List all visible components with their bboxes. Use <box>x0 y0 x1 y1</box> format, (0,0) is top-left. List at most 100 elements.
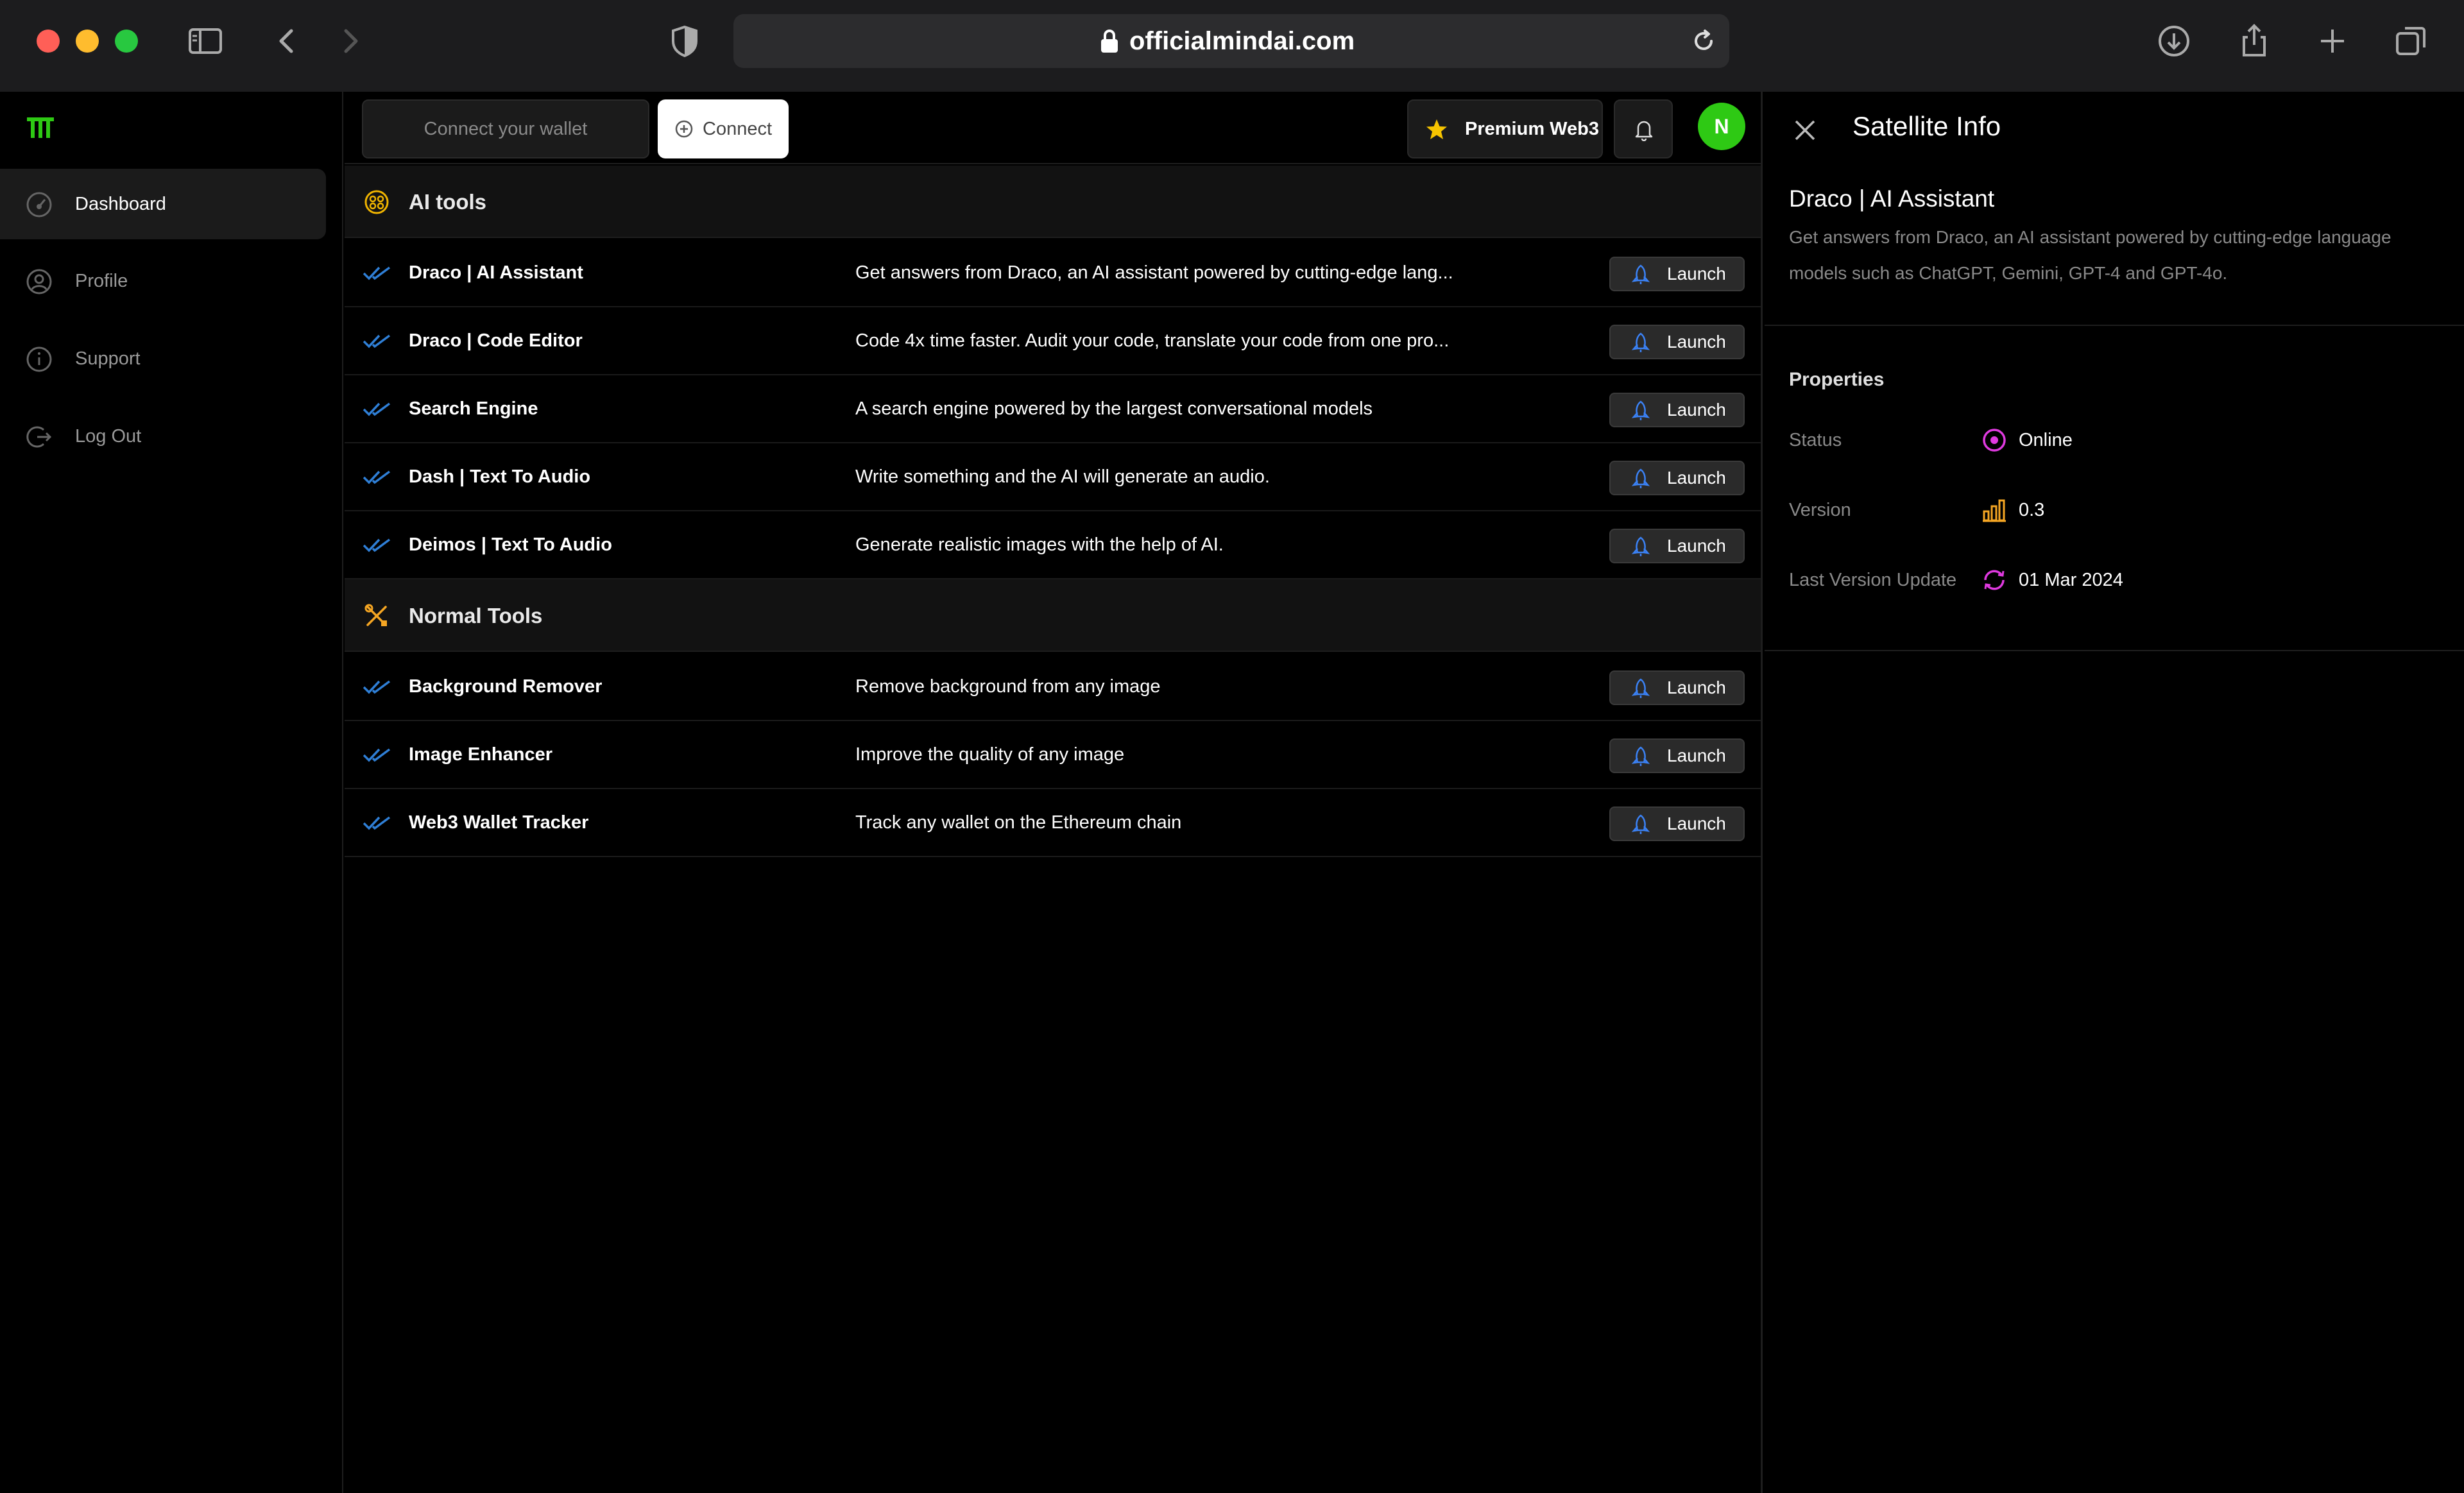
info-icon <box>26 346 52 372</box>
reload-icon[interactable] <box>1690 27 1718 55</box>
tools-icon <box>364 604 387 626</box>
property-value: Online <box>2019 430 2073 450</box>
window-minimize-button[interactable] <box>76 30 99 53</box>
sidebar-item-logout[interactable]: Log Out <box>0 401 326 472</box>
tool-row[interactable]: Draco | Code Editor Code 4x time faster.… <box>345 307 1761 375</box>
sidebar-item-profile[interactable]: Profile <box>0 246 326 316</box>
tool-row[interactable]: Dash | Text To Audio Write something and… <box>345 443 1761 511</box>
launch-label: Launch <box>1667 678 1726 697</box>
launch-button[interactable]: Launch <box>1609 529 1745 563</box>
sidebar-item-label: Profile <box>75 271 128 291</box>
property-label: Last Version Update <box>1789 570 1957 590</box>
tool-row[interactable]: Web3 Wallet Tracker Track any wallet on … <box>345 789 1761 857</box>
property-value: 0.3 <box>2019 500 2045 520</box>
lock-icon <box>1101 30 1118 53</box>
launch-label: Launch <box>1667 400 1726 420</box>
rocket-icon <box>1631 814 1650 834</box>
satellite-info-panel: Satellite Info Draco | AI Assistant Get … <box>1765 92 2464 1493</box>
address-bar[interactable]: officialmindai.com <box>733 14 1729 68</box>
gauge-icon <box>26 192 52 218</box>
tool-name: Web3 Wallet Tracker <box>409 812 589 833</box>
launch-button[interactable]: Launch <box>1609 670 1745 705</box>
panel-subtitle: Draco | AI Assistant <box>1789 185 1995 212</box>
double-check-icon <box>363 748 391 762</box>
section-header-normal-tools: Normal Tools <box>345 579 1761 652</box>
browser-toolbar: officialmindai.com <box>0 0 2464 92</box>
user-icon <box>26 269 52 294</box>
tool-description: Write something and the AI will generate… <box>855 466 1270 487</box>
tool-row[interactable]: Deimos | Text To Audio Generate realisti… <box>345 511 1761 579</box>
connect-button[interactable]: Connect <box>658 99 789 158</box>
close-icon[interactable] <box>1792 117 1818 143</box>
share-icon[interactable] <box>2235 22 2273 60</box>
sidebar: Dashboard Profile Support Log Out <box>0 92 343 1493</box>
launch-label: Launch <box>1667 264 1726 284</box>
property-value: 01 Mar 2024 <box>2019 570 2123 590</box>
double-check-icon <box>363 402 391 416</box>
section-header-ai-tools: AI tools <box>345 166 1761 238</box>
avatar[interactable]: N <box>1698 103 1745 150</box>
logout-icon <box>26 426 52 448</box>
main-content: Connect your wallet Connect Premium Web3… <box>345 92 1763 1493</box>
launch-button[interactable]: Launch <box>1609 393 1745 427</box>
url-text: officialmindai.com <box>1129 27 1355 55</box>
double-check-icon <box>363 334 391 348</box>
tool-name: Search Engine <box>409 398 538 419</box>
launch-label: Launch <box>1667 468 1726 488</box>
rocket-icon <box>1631 468 1650 488</box>
double-check-icon <box>363 816 391 830</box>
rocket-icon <box>1631 400 1650 420</box>
bell-icon <box>1635 121 1653 141</box>
plus-circle-icon <box>675 120 693 138</box>
rocket-icon <box>1631 264 1650 284</box>
window-close-button[interactable] <box>37 30 60 53</box>
section-title: Normal Tools <box>409 604 543 627</box>
wallet-address-input[interactable]: Connect your wallet <box>362 99 649 158</box>
tool-name: Draco | AI Assistant <box>409 262 583 283</box>
double-check-icon <box>363 538 391 552</box>
refresh-icon <box>1984 570 2005 590</box>
logo-icon[interactable] <box>26 115 55 141</box>
launch-button[interactable]: Launch <box>1609 738 1745 773</box>
premium-web3-button[interactable]: Premium Web3 <box>1407 99 1603 158</box>
panel-divider <box>1765 325 2464 326</box>
back-icon[interactable] <box>268 22 307 60</box>
window-zoom-button[interactable] <box>115 30 138 53</box>
tool-description: Track any wallet on the Ethereum chain <box>855 812 1182 833</box>
notifications-button[interactable] <box>1614 99 1673 158</box>
launch-button[interactable]: Launch <box>1609 325 1745 359</box>
download-icon[interactable] <box>2155 22 2193 60</box>
panel-title: Satellite Info <box>1852 111 2001 141</box>
sidebar-item-support[interactable]: Support <box>0 323 326 394</box>
tool-name: Background Remover <box>409 676 603 697</box>
sidebar-toggle-icon[interactable] <box>186 22 225 60</box>
tool-row[interactable]: Image Enhancer Improve the quality of an… <box>345 721 1761 789</box>
forward-icon[interactable] <box>330 22 369 60</box>
double-check-icon <box>363 470 391 484</box>
tool-row[interactable]: Background Remover Remove background fro… <box>345 653 1761 721</box>
bar-chart-icon <box>1983 499 2006 522</box>
tool-row[interactable]: Draco | AI Assistant Get answers from Dr… <box>345 239 1761 307</box>
status-dot-icon <box>1983 429 2006 452</box>
launch-button[interactable]: Launch <box>1609 461 1745 495</box>
tab-overview-icon[interactable] <box>2392 22 2431 60</box>
tool-name: Draco | Code Editor <box>409 330 583 351</box>
tool-description: Remove background from any image <box>855 676 1161 697</box>
property-label: Version <box>1789 500 1851 520</box>
brain-icon <box>364 190 389 214</box>
double-check-icon <box>363 680 391 694</box>
tool-description: Code 4x time faster. Audit your code, tr… <box>855 330 1450 351</box>
rocket-icon <box>1631 332 1650 352</box>
privacy-shield-icon[interactable] <box>665 22 704 60</box>
sidebar-item-dashboard[interactable]: Dashboard <box>0 169 326 239</box>
top-bar: Connect your wallet Connect Premium Web3… <box>345 92 1763 164</box>
launch-label: Launch <box>1667 536 1726 556</box>
launch-button[interactable]: Launch <box>1609 257 1745 291</box>
launch-button[interactable]: Launch <box>1609 806 1745 841</box>
new-tab-icon[interactable] <box>2313 22 2352 60</box>
tool-description: Generate realistic images with the help … <box>855 534 1224 555</box>
panel-description: Get answers from Draco, an AI assistant … <box>1789 227 2391 283</box>
tool-row[interactable]: Search Engine A search engine powered by… <box>345 375 1761 443</box>
section-title: AI tools <box>409 190 486 214</box>
sidebar-item-label: Dashboard <box>75 194 166 214</box>
